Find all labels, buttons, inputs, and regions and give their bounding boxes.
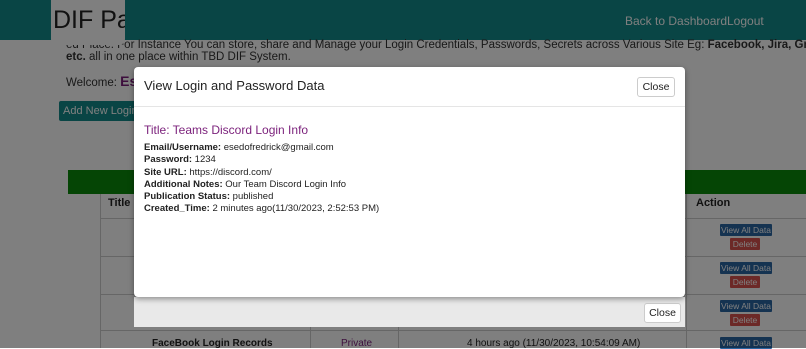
detail-email: Email/Username: esedofredrick@gmail.com [144, 142, 379, 154]
detail-label: Publication Status: [144, 191, 231, 203]
detail-label: Additional Notes: [144, 178, 223, 190]
detail-password: Password: 1234 [144, 154, 379, 166]
detail-label: Site URL: [144, 166, 187, 178]
background-modal-footer: Close [134, 297, 685, 327]
detail-site-url: Site URL: https://discord.com/ [144, 167, 379, 179]
modal-divider [134, 106, 685, 107]
close-button[interactable]: Close [637, 77, 675, 97]
detail-value: 1234 [192, 154, 216, 166]
detail-value: esedofredrick@gmail.com [221, 142, 334, 153]
detail-value: Our Team Discord Login Info [222, 178, 347, 190]
detail-label: Created_Time: [144, 203, 210, 215]
record-details: Email/Username: esedofredrick@gmail.com … [144, 142, 379, 216]
detail-value: 2 minutes ago(11/30/2023, 2:52:53 PM) [209, 203, 380, 215]
modal-title: View Login and Password Data [144, 78, 325, 93]
detail-created-time: Created_Time: 2 minutes ago(11/30/2023, … [144, 203, 379, 215]
view-login-modal: View Login and Password Data Close Title… [134, 67, 685, 297]
detail-label: Password: [144, 154, 193, 166]
detail-label: Email/Username: [144, 142, 222, 153]
record-detail-title: Title: Teams Discord Login Info [144, 123, 309, 137]
detail-notes: Additional Notes: Our Team Discord Login… [144, 179, 379, 191]
detail-status: Publication Status: published [144, 191, 379, 203]
detail-value: https://discord.com/ [186, 166, 272, 178]
background-close-button[interactable]: Close [644, 303, 681, 323]
detail-value: published [230, 191, 274, 203]
